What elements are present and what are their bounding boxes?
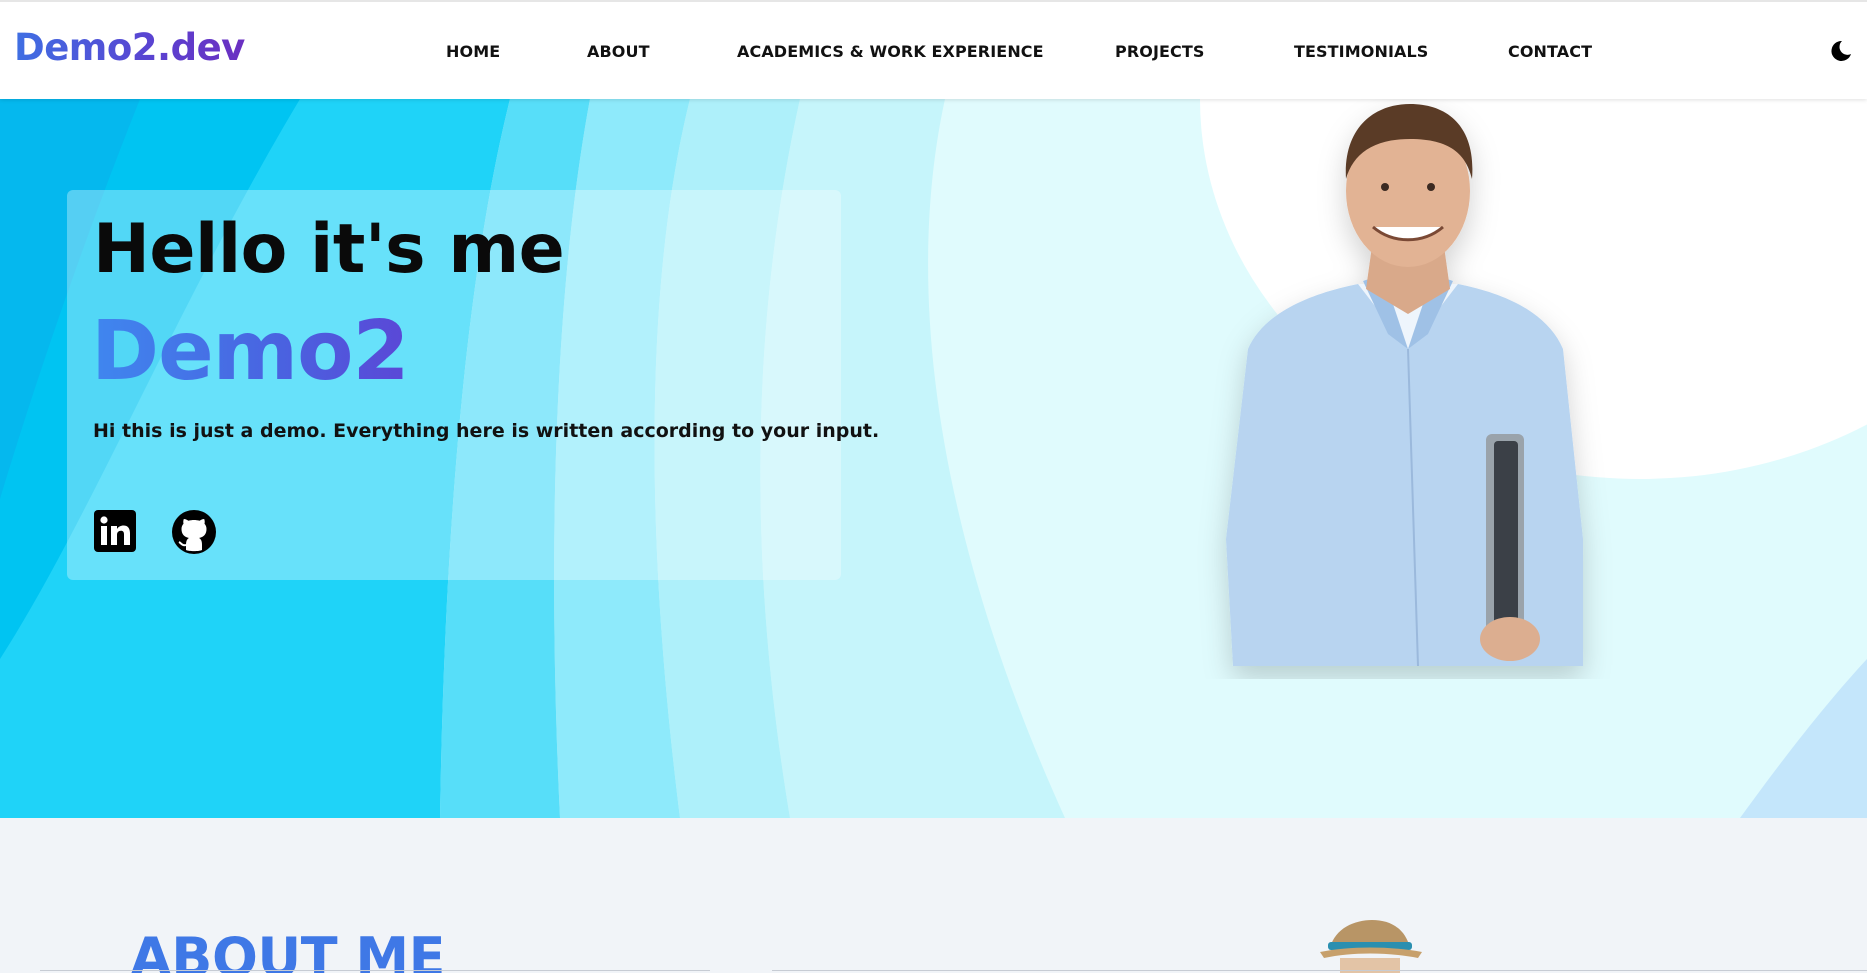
hero-greeting: Hello it's me (93, 210, 565, 289)
hero-portrait-image (1226, 104, 1583, 667)
about-section: ABOUT ME (0, 818, 1867, 973)
nav-link-contact[interactable]: CONTACT (1508, 42, 1592, 61)
hero-intro-card: Hello it's me Demo2 Hi this is just a de… (67, 190, 879, 580)
hero-description: Hi this is just a demo. Everything here … (93, 420, 880, 442)
about-portrait-image (1320, 920, 1422, 973)
github-link[interactable] (171, 509, 216, 554)
hero-name: Demo2 (91, 304, 410, 399)
moon-icon (1831, 40, 1851, 61)
nav-menu: HOME ABOUT ACADEMICS & WORK EXPERIENCE P… (0, 2, 1867, 101)
nav-link-about[interactable]: ABOUT (587, 42, 650, 61)
hero-section: Hello it's me Demo2 Hi this is just a de… (0, 99, 1867, 818)
about-title: ABOUT ME (130, 926, 445, 973)
nav-link-academics-work-experience[interactable]: ACADEMICS & WORK EXPERIENCE (737, 42, 1044, 61)
divider-right (772, 970, 1867, 971)
github-icon (172, 510, 216, 554)
navbar: Demo2.dev HOME ABOUT ACADEMICS & WORK EX… (0, 0, 1867, 99)
linkedin-link[interactable] (93, 509, 137, 553)
linkedin-icon (94, 510, 136, 552)
nav-link-projects[interactable]: PROJECTS (1115, 42, 1205, 61)
nav-link-testimonials[interactable]: TESTIMONIALS (1294, 42, 1428, 61)
nav-link-home[interactable]: HOME (446, 42, 500, 61)
divider-left (40, 970, 710, 971)
theme-toggle-button[interactable] (1828, 38, 1854, 64)
